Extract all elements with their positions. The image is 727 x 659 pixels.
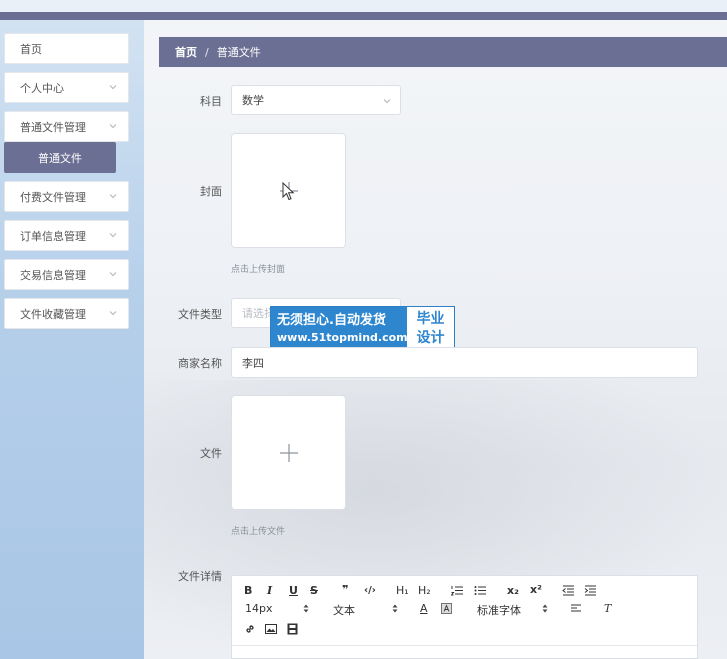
cover-upload-hint: 点击上传封面 — [231, 265, 286, 275]
sidebar-item-favorite-mgmt[interactable]: 文件收藏管理 — [4, 298, 129, 329]
file-label: 文件 — [200, 447, 222, 460]
indent-icon[interactable] — [584, 585, 597, 596]
subscript-button[interactable]: x₂ — [507, 584, 519, 597]
bullet-list-icon[interactable] — [474, 585, 487, 596]
chevron-down-icon — [109, 194, 117, 199]
sidebar-item-personal-center[interactable]: 个人中心 — [4, 72, 129, 103]
blockquote-button[interactable]: ❞ — [342, 583, 348, 596]
file-upload-hint: 点击上传文件 — [231, 527, 286, 537]
chevron-down-icon — [109, 272, 117, 277]
heading-1-button[interactable]: H₁ — [396, 584, 409, 597]
heading-2-button[interactable]: H₂ — [418, 584, 431, 597]
plus-icon — [280, 444, 298, 462]
stepper-arrows-icon — [542, 604, 548, 613]
code-block-button[interactable]: ‹/› — [364, 585, 376, 596]
breadcrumb-separator: / — [205, 45, 209, 59]
strike-button[interactable]: S — [310, 584, 318, 597]
breadcrumb: 首页 / 普通文件 — [159, 37, 727, 67]
sidebar-item-paid-file-mgmt[interactable]: 付费文件管理 — [4, 181, 129, 212]
cover-label: 封面 — [200, 185, 222, 198]
merchant-name-label: 商家名称 — [178, 357, 222, 370]
watermark-banner: 无须担心.自动发货 www.51topmind.com 毕业 设计 — [270, 306, 455, 352]
merchant-name-value: 李四 — [242, 356, 264, 370]
text-color-button[interactable]: A — [420, 602, 428, 615]
background-color-icon[interactable] — [441, 603, 452, 614]
sidebar-item-label: 普通文件管理 — [20, 120, 86, 134]
file-upload-box[interactable] — [231, 395, 346, 510]
outdent-icon[interactable] — [562, 585, 575, 596]
sidebar-item-home[interactable]: 首页 — [4, 33, 129, 64]
sidebar-item-label: 交易信息管理 — [20, 268, 86, 282]
clear-format-button[interactable]: T — [604, 602, 611, 615]
align-icon[interactable] — [570, 604, 582, 614]
watermark-text-block: 无须担心.自动发货 www.51topmind.com — [271, 307, 408, 351]
watermark-badge-line2: 设计 — [416, 330, 445, 346]
chevron-down-icon — [109, 85, 117, 90]
chevron-down-icon — [383, 99, 391, 104]
file-type-label: 文件类型 — [178, 308, 222, 321]
chevron-down-icon — [109, 311, 117, 316]
top-strip — [0, 0, 727, 12]
sidebar-item-label: 文件收藏管理 — [20, 307, 86, 321]
sidebar-item-order-mgmt[interactable]: 订单信息管理 — [4, 220, 129, 251]
sidebar-item-label: 付费文件管理 — [20, 190, 86, 204]
rich-text-editor — [231, 575, 698, 659]
watermark-badge: 毕业 设计 — [407, 307, 454, 351]
italic-button[interactable]: I — [267, 584, 272, 597]
subject-label: 科目 — [200, 95, 222, 108]
sidebar-item-normal-file-mgmt[interactable]: 普通文件管理 — [4, 111, 129, 142]
bold-button[interactable]: B — [244, 584, 252, 597]
breadcrumb-home[interactable]: 首页 — [175, 44, 197, 60]
stepper-arrows-icon — [392, 604, 398, 613]
underline-button[interactable]: U — [289, 584, 298, 597]
sidebar-item-label: 首页 — [20, 42, 42, 56]
video-icon[interactable] — [287, 623, 298, 635]
mouse-cursor-icon — [282, 182, 295, 201]
sidebar-item-label: 订单信息管理 — [20, 229, 86, 243]
toolbar-divider — [232, 645, 697, 646]
superscript-button[interactable]: x² — [530, 583, 542, 596]
font-family-select[interactable]: 标准字体 — [477, 602, 521, 618]
watermark-line2: www.51topmind.com — [277, 331, 408, 344]
chevron-down-icon — [109, 233, 117, 238]
header-format-select[interactable]: 文本 — [333, 602, 355, 618]
subject-select-value: 数学 — [242, 94, 264, 107]
watermark-line1: 无须担心.自动发货 — [277, 313, 386, 328]
top-bar — [0, 12, 727, 20]
sidebar-subitem-normal-file[interactable]: 普通文件 — [4, 142, 116, 173]
sidebar-subitem-label: 普通文件 — [38, 151, 82, 165]
sidebar-item-transaction-mgmt[interactable]: 交易信息管理 — [4, 259, 129, 290]
ordered-list-icon[interactable] — [451, 585, 464, 596]
image-icon[interactable] — [265, 624, 277, 634]
watermark-badge-line1: 毕业 — [416, 311, 445, 327]
merchant-name-input[interactable]: 李四 — [231, 347, 698, 378]
stepper-arrows-icon — [303, 604, 309, 613]
breadcrumb-current: 普通文件 — [216, 46, 261, 59]
file-detail-label: 文件详情 — [178, 570, 222, 583]
font-size-select[interactable]: 14px — [245, 602, 273, 615]
chevron-down-icon — [109, 124, 117, 129]
subject-select[interactable]: 数学 — [231, 85, 401, 115]
link-icon[interactable] — [244, 623, 256, 635]
sidebar-item-label: 个人中心 — [20, 81, 64, 95]
